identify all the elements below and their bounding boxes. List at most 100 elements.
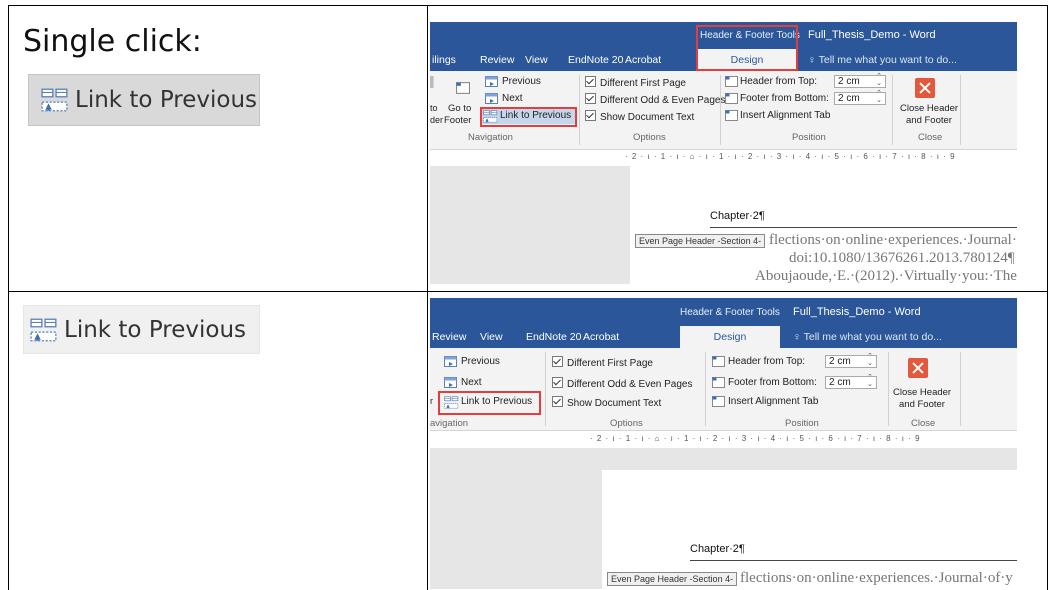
footer-from-bottom-label: Footer from Bottom: bbox=[740, 93, 829, 104]
footer-from-bottom-spinner[interactable]: 2 cm bbox=[825, 374, 877, 389]
previous-icon bbox=[444, 356, 457, 367]
footer-from-bottom-spinner[interactable]: 2 cm bbox=[834, 90, 886, 105]
body-line-3: Aboujaoude,·E.·(2012).·Virtually·you:·Th… bbox=[755, 268, 1017, 284]
options-group-label: Options bbox=[610, 418, 643, 429]
different-first-page-checkbox[interactable]: Different First Page bbox=[585, 76, 686, 89]
header-rule bbox=[710, 227, 1017, 228]
word-window-2: Header & Footer Tools Full_Thesis_Demo -… bbox=[430, 298, 1017, 589]
next-button[interactable]: Next bbox=[461, 377, 482, 388]
close-header-footer-button[interactable]: Close Header bbox=[893, 387, 951, 398]
context-tab-label: Header & Footer Tools bbox=[680, 307, 780, 318]
tab-acrobat[interactable]: Acrobat bbox=[583, 331, 619, 343]
close-group-label: Close bbox=[918, 132, 943, 143]
ribbon-tabs: Review View EndNote 20 Acrobat Design ♀ … bbox=[430, 326, 1017, 348]
tab-view[interactable]: View bbox=[525, 54, 548, 66]
separator bbox=[888, 352, 889, 426]
different-odd-even-checkbox[interactable]: Different Odd & Even Pages bbox=[552, 377, 692, 390]
go-to-label[interactable]: Go to bbox=[448, 103, 471, 114]
header-from-top-spinner[interactable]: 2 cm bbox=[825, 353, 877, 368]
body-line-2: doi:10.1080/13676261.2013.780124¶ bbox=[789, 250, 1015, 266]
previous-button[interactable]: Previous bbox=[461, 356, 500, 367]
link-to-previous-label: Link to Previous bbox=[64, 316, 247, 343]
next-icon bbox=[485, 93, 498, 104]
link-to-previous-icon bbox=[30, 318, 58, 342]
go-to-icon-fragment: ▌ bbox=[430, 77, 438, 88]
different-odd-even-checkbox[interactable]: Different Odd & Even Pages bbox=[585, 93, 725, 106]
header-section-tag: Even Page Header -Section 4- bbox=[607, 572, 738, 586]
previous-button[interactable]: Previous bbox=[502, 76, 541, 87]
separator bbox=[892, 75, 893, 145]
show-document-text-checkbox[interactable]: Show Document Text bbox=[552, 396, 661, 409]
tell-me-box[interactable]: ♀ Tell me what you want to do... bbox=[793, 331, 942, 343]
separator bbox=[579, 75, 580, 145]
next-icon bbox=[444, 377, 457, 388]
different-first-page-checkbox[interactable]: Different First Page bbox=[552, 356, 653, 369]
close-group-label: Close bbox=[911, 418, 936, 429]
tell-me-text: Tell me what you want to do... bbox=[803, 331, 942, 343]
body-line-1: flections·on·online·experiences.·Journal… bbox=[769, 232, 1017, 248]
insert-alignment-tab-icon bbox=[725, 110, 738, 121]
chapter-heading: Chapter·2¶ bbox=[690, 543, 745, 555]
header-section-tag: Even Page Header -Section 4- bbox=[635, 234, 766, 248]
tell-me-box[interactable]: ♀ Tell me what you want to do... bbox=[808, 54, 957, 66]
ruler: · 2 · ı · 1 · ı · ⌂ · ı · 1 · ı · 2 · ı … bbox=[625, 152, 1017, 166]
column-divider bbox=[427, 6, 428, 590]
link-to-previous-button[interactable]: Link to Previous bbox=[28, 74, 260, 126]
tab-design[interactable]: Design bbox=[680, 326, 780, 348]
highlight-link-to-previous bbox=[438, 391, 541, 415]
link-to-previous-label: Link to Previous bbox=[75, 87, 258, 113]
tab-mailings[interactable]: ilings bbox=[432, 54, 456, 66]
ribbon-design: ▌ to der Go to Footer Previous Next Link… bbox=[430, 71, 1017, 150]
document-title: Full_Thesis_Demo - Word bbox=[793, 306, 921, 318]
checkbox-icon bbox=[552, 396, 563, 407]
option-label: Different First Page bbox=[567, 358, 653, 369]
separator bbox=[960, 352, 961, 426]
nav-fragment-to: to bbox=[430, 103, 438, 113]
highlight-link-to-previous bbox=[480, 107, 577, 127]
checkbox-icon bbox=[585, 110, 596, 121]
close-icon bbox=[915, 78, 935, 98]
ribbon-design: Previous Next r Link to Previous avigati… bbox=[430, 348, 1017, 431]
insert-alignment-tab-icon bbox=[712, 396, 725, 407]
insert-alignment-tab-button[interactable]: Insert Alignment Tab bbox=[728, 396, 818, 407]
show-document-text-checkbox[interactable]: Show Document Text bbox=[585, 110, 694, 123]
separator bbox=[960, 75, 961, 145]
tab-review[interactable]: Review bbox=[432, 331, 466, 343]
separator bbox=[720, 75, 721, 145]
option-label: Different Odd & Even Pages bbox=[600, 95, 726, 106]
word-window-1: Header & Footer Tools Full_Thesis_Demo -… bbox=[430, 22, 1017, 284]
tab-acrobat[interactable]: Acrobat bbox=[625, 54, 661, 66]
header-rule bbox=[690, 560, 1017, 561]
ruler: · 2 · ı · 1 · ı · ⌂ · ı · 1 · ı · 2 · ı … bbox=[590, 434, 1017, 448]
highlight-design-tab bbox=[696, 25, 798, 71]
link-to-previous-icon bbox=[41, 88, 69, 112]
option-label: Different First Page bbox=[600, 78, 686, 89]
link-to-previous-button-unselected[interactable]: Link to Previous bbox=[23, 305, 260, 354]
separator bbox=[545, 352, 546, 426]
document-title: Full_Thesis_Demo - Word bbox=[808, 29, 936, 41]
tab-endnote[interactable]: EndNote 20 bbox=[568, 54, 623, 66]
header-from-top-icon bbox=[725, 76, 738, 87]
close-icon bbox=[908, 358, 928, 378]
header-from-top-label: Header from Top: bbox=[740, 76, 818, 87]
go-to-header-icon bbox=[456, 77, 470, 99]
close-header-footer-label-2: and Footer bbox=[899, 399, 945, 410]
header-from-top-spinner[interactable]: 2 cm bbox=[834, 73, 886, 88]
lightbulb-icon: ♀ bbox=[808, 54, 819, 66]
chapter-heading: Chapter·2¶ bbox=[710, 210, 765, 222]
next-button[interactable]: Next bbox=[502, 93, 523, 104]
navigation-group-label: avigation bbox=[430, 418, 469, 429]
close-header-footer-button[interactable]: Close Header bbox=[900, 103, 958, 114]
navigation-group-label: Navigation bbox=[468, 132, 513, 143]
option-label: Different Odd & Even Pages bbox=[567, 379, 693, 390]
tab-endnote[interactable]: EndNote 20 bbox=[526, 331, 581, 343]
insert-alignment-tab-button[interactable]: Insert Alignment Tab bbox=[740, 110, 830, 121]
tab-review[interactable]: Review bbox=[480, 54, 514, 66]
position-group-label: Position bbox=[792, 132, 826, 143]
checkbox-icon bbox=[585, 76, 596, 87]
checkbox-icon bbox=[552, 356, 563, 367]
go-to-footer-label[interactable]: Footer bbox=[444, 115, 471, 126]
nav-fragment: r bbox=[430, 396, 433, 406]
tab-view[interactable]: View bbox=[480, 331, 503, 343]
option-label: Show Document Text bbox=[600, 112, 695, 123]
